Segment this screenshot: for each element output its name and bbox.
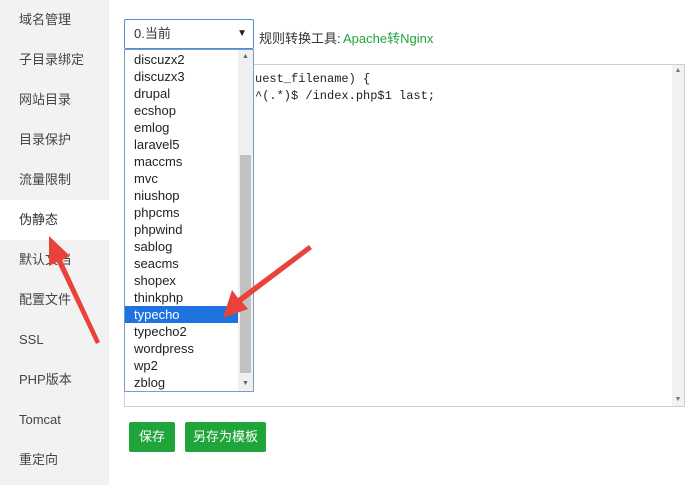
option-sablog[interactable]: sablog <box>125 238 238 255</box>
code-line-2: ^(.*)$ /index.php$1 last; <box>255 89 436 103</box>
sidebar-item-domain[interactable]: 域名管理 <box>0 0 109 40</box>
option-maccms[interactable]: maccms <box>125 153 238 170</box>
scroll-down-icon[interactable]: ▼ <box>672 394 684 406</box>
save-as-template-button[interactable]: 另存为模板 <box>185 422 266 452</box>
option-zblog[interactable]: zblog <box>125 374 238 391</box>
sidebar-item-default-doc[interactable]: 默认文档 <box>0 240 109 280</box>
scrollbar-thumb[interactable] <box>240 155 251 373</box>
sidebar-item-dir-protect[interactable]: 目录保护 <box>0 120 109 160</box>
option-phpwind[interactable]: phpwind <box>125 221 238 238</box>
code-line-1: uest_filename) { <box>255 72 371 86</box>
rewrite-select[interactable]: 0.当前 ▼ <box>124 19 254 49</box>
scroll-down-icon[interactable]: ▼ <box>238 377 253 391</box>
option-typecho2[interactable]: typecho2 <box>125 323 238 340</box>
option-shopex[interactable]: shopex <box>125 272 238 289</box>
sidebar-item-tomcat[interactable]: Tomcat <box>0 400 109 440</box>
sidebar-item-site-dir[interactable]: 网站目录 <box>0 80 109 120</box>
scroll-up-icon[interactable]: ▲ <box>672 65 684 77</box>
option-ecshop[interactable]: ecshop <box>125 102 238 119</box>
scroll-up-icon[interactable]: ▲ <box>238 50 253 64</box>
editor-scrollbar[interactable]: ▲ ▼ <box>672 65 684 406</box>
convert-tool-label: 规则转换工具: <box>259 31 341 46</box>
chevron-down-icon: ▼ <box>237 28 247 39</box>
option-seacms[interactable]: seacms <box>125 255 238 272</box>
sidebar-item-php-version[interactable]: PHP版本 <box>0 360 109 400</box>
sidebar-item-subdir[interactable]: 子目录绑定 <box>0 40 109 80</box>
option-discuzx3[interactable]: discuzx3 <box>125 68 238 85</box>
option-mvc[interactable]: mvc <box>125 170 238 187</box>
option-emlog[interactable]: emlog <box>125 119 238 136</box>
sidebar: 域名管理 子目录绑定 网站目录 目录保护 流量限制 伪静态 默认文档 配置文件 … <box>0 0 109 485</box>
rewrite-dropdown-list[interactable]: discuzx2 discuzx3 drupal ecshop emlog la… <box>124 49 254 392</box>
option-wordpress[interactable]: wordpress <box>125 340 238 357</box>
option-wp2[interactable]: wp2 <box>125 357 238 374</box>
save-button[interactable]: 保存 <box>129 422 175 452</box>
sidebar-item-traffic-limit[interactable]: 流量限制 <box>0 160 109 200</box>
option-laravel5[interactable]: laravel5 <box>125 136 238 153</box>
option-typecho[interactable]: typecho <box>125 306 238 323</box>
option-thinkphp[interactable]: thinkphp <box>125 289 238 306</box>
sidebar-item-ssl[interactable]: SSL <box>0 320 109 360</box>
rewrite-select-value: 0.当前 <box>134 26 171 41</box>
option-discuzx2[interactable]: discuzx2 <box>125 51 238 68</box>
dropdown-scrollbar[interactable]: ▲ ▼ <box>238 50 253 391</box>
sidebar-item-redirect[interactable]: 重定向 <box>0 440 109 480</box>
sidebar-item-rewrite[interactable]: 伪静态 <box>0 200 109 240</box>
option-niushop[interactable]: niushop <box>125 187 238 204</box>
option-drupal[interactable]: drupal <box>125 85 238 102</box>
apache-to-nginx-link[interactable]: Apache转Nginx <box>343 28 433 47</box>
sidebar-item-config-file[interactable]: 配置文件 <box>0 280 109 320</box>
option-phpcms[interactable]: phpcms <box>125 204 238 221</box>
